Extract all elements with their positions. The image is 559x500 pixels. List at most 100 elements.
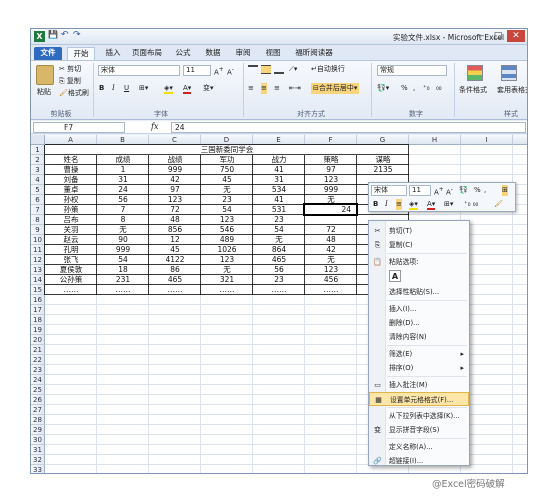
mini-painter-icon[interactable]: 🖌 bbox=[494, 199, 503, 210]
menu-item[interactable]: 选择性粘贴(S)... bbox=[369, 285, 469, 299]
quick-undo-button[interactable]: ↶ bbox=[61, 30, 69, 40]
mini-font-color-icon[interactable]: A▾ bbox=[427, 199, 436, 210]
wrap-text-button[interactable]: ↵自动换行 bbox=[311, 64, 345, 75]
bold-button[interactable]: B bbox=[99, 83, 104, 94]
mini-font-combo[interactable]: 宋体 bbox=[371, 185, 407, 196]
tab-view[interactable]: 视图 bbox=[261, 47, 285, 60]
currency-icon[interactable]: 💱▾ bbox=[377, 83, 389, 94]
comma-button[interactable]: , bbox=[413, 83, 415, 94]
mini-format-icon[interactable]: ⊞ bbox=[502, 185, 508, 196]
row-header[interactable]: 20 bbox=[31, 335, 45, 345]
align-left-icon[interactable]: ≡ bbox=[248, 83, 254, 94]
row-header[interactable]: 18 bbox=[31, 315, 45, 325]
row-header[interactable]: 33 bbox=[31, 465, 45, 473]
row-header[interactable]: 21 bbox=[31, 345, 45, 355]
align-bottom-icon[interactable] bbox=[274, 65, 284, 74]
mini-grow-icon[interactable]: A+ bbox=[434, 185, 444, 196]
row-header[interactable]: 5 bbox=[31, 185, 45, 195]
cut-button[interactable]: ✂ 剪切 bbox=[59, 64, 81, 75]
mini-fill-icon[interactable]: ◈▾ bbox=[409, 199, 418, 210]
number-format-combo[interactable]: 常规 bbox=[377, 65, 447, 76]
grow-font-icon[interactable]: A+ bbox=[214, 65, 224, 76]
row-header[interactable]: 13 bbox=[31, 265, 45, 275]
column-header[interactable]: H bbox=[409, 135, 461, 145]
italic-button[interactable]: I bbox=[112, 83, 115, 94]
menu-item[interactable]: 清除内容(N) bbox=[369, 330, 469, 344]
merge-center-button[interactable]: ⊟合并后居中▾ bbox=[311, 83, 360, 94]
maximize-button[interactable]: □ bbox=[489, 30, 507, 42]
table-style-button[interactable]: 套用表格式 bbox=[497, 85, 527, 96]
row-header[interactable]: 22 bbox=[31, 355, 45, 365]
tab-home[interactable]: 开始 bbox=[67, 47, 95, 60]
row-header[interactable]: 1 bbox=[31, 145, 45, 155]
conditional-format-button[interactable]: 条件格式 bbox=[459, 85, 487, 96]
menu-item[interactable]: 🔗 超链接(I)... bbox=[369, 454, 469, 468]
column-header[interactable]: J bbox=[513, 135, 527, 145]
fx-icon[interactable]: fx bbox=[151, 122, 158, 131]
border-icon[interactable]: ⊞▾ bbox=[139, 83, 148, 94]
table-style-icon[interactable] bbox=[501, 65, 517, 81]
menu-item[interactable]: 排序(O) ▸ bbox=[369, 361, 469, 375]
mini-comma-button[interactable]: , bbox=[484, 185, 486, 196]
percent-button[interactable]: % bbox=[401, 83, 408, 94]
conditional-format-icon[interactable] bbox=[467, 65, 483, 81]
shrink-font-icon[interactable]: A- bbox=[227, 65, 234, 76]
increase-decimal-icon[interactable]: ⁺₀ bbox=[423, 83, 430, 94]
menu-item[interactable]: 删除(D)... bbox=[369, 316, 469, 330]
row-header[interactable]: 7 bbox=[31, 205, 45, 215]
row-header[interactable]: 23 bbox=[31, 365, 45, 375]
orientation-icon[interactable]: ⟋▾ bbox=[289, 64, 297, 75]
decrease-decimal-icon[interactable]: ₀₀ bbox=[436, 83, 442, 94]
menu-item[interactable]: 筛选(E) ▸ bbox=[369, 347, 469, 361]
menu-item[interactable]: 变显示拼音字段(S) bbox=[369, 423, 469, 437]
tab-review[interactable]: 审阅 bbox=[231, 47, 255, 60]
formula-input[interactable]: 24 bbox=[171, 122, 526, 133]
copy-button[interactable]: ⎘ 复制 bbox=[59, 76, 81, 87]
row-header[interactable]: 2 bbox=[31, 155, 45, 165]
mini-border-icon[interactable]: ⊞▾ bbox=[444, 199, 453, 210]
menu-item[interactable]: 从下拉列表中选择(K)... bbox=[369, 409, 469, 423]
name-box[interactable]: F7 bbox=[33, 122, 125, 133]
tab-insert[interactable]: 插入 bbox=[101, 47, 125, 60]
paste-option-button[interactable]: A bbox=[389, 270, 401, 282]
menu-item[interactable]: ⎘ 复制(C) bbox=[369, 238, 469, 252]
row-header[interactable]: 9 bbox=[31, 225, 45, 235]
mini-italic-button[interactable]: I bbox=[385, 199, 388, 210]
row-header[interactable]: 25 bbox=[31, 385, 45, 395]
row-header[interactable]: 3 bbox=[31, 165, 45, 175]
row-header[interactable]: 15 bbox=[31, 285, 45, 295]
underline-button[interactable]: U bbox=[124, 83, 129, 94]
row-header[interactable]: 6 bbox=[31, 195, 45, 205]
font-color-icon[interactable]: A▾ bbox=[183, 83, 192, 94]
row-header[interactable]: 12 bbox=[31, 255, 45, 265]
phonetic-icon[interactable]: 变▾ bbox=[203, 83, 214, 94]
mini-percent-button[interactable]: % bbox=[474, 185, 481, 196]
row-header[interactable]: 17 bbox=[31, 305, 45, 315]
menu-item[interactable]: 定义名称(A)... bbox=[369, 440, 469, 454]
indent-icon[interactable]: ⇤⇥ bbox=[289, 83, 301, 94]
mini-bold-button[interactable]: B bbox=[373, 199, 378, 210]
align-top-icon[interactable] bbox=[248, 65, 258, 74]
tab-data[interactable]: 数据 bbox=[201, 47, 225, 60]
menu-item[interactable]: 插入(I)... bbox=[369, 302, 469, 316]
minimize-button[interactable]: — bbox=[471, 30, 489, 42]
paste-button[interactable]: 粘贴 bbox=[37, 87, 51, 98]
menu-item[interactable]: ▭ 插入批注(M) bbox=[369, 378, 469, 392]
align-right-icon[interactable]: ≡ bbox=[274, 83, 280, 94]
tab-page-layout[interactable]: 页面布局 bbox=[129, 47, 165, 60]
row-header[interactable]: 28 bbox=[31, 415, 45, 425]
align-center-icon[interactable]: ≡ bbox=[261, 83, 267, 94]
mini-shrink-icon[interactable]: A- bbox=[446, 185, 453, 196]
close-button[interactable]: ✕ bbox=[507, 30, 525, 42]
menu-item[interactable]: A bbox=[369, 269, 469, 285]
font-name-combo[interactable]: 宋体 bbox=[98, 65, 180, 76]
align-middle-icon[interactable] bbox=[261, 65, 271, 74]
row-header[interactable]: 26 bbox=[31, 395, 45, 405]
row-header[interactable]: 10 bbox=[31, 235, 45, 245]
select-all-corner[interactable] bbox=[31, 135, 45, 145]
quick-save-button[interactable]: 💾 bbox=[48, 30, 58, 39]
mini-size-combo[interactable]: 11 bbox=[409, 185, 431, 196]
tab-foxit[interactable]: 福昕阅读器 bbox=[291, 47, 337, 60]
mini-align-center-icon[interactable]: ≡ bbox=[396, 199, 402, 210]
tab-file[interactable]: 文件 bbox=[34, 47, 62, 60]
